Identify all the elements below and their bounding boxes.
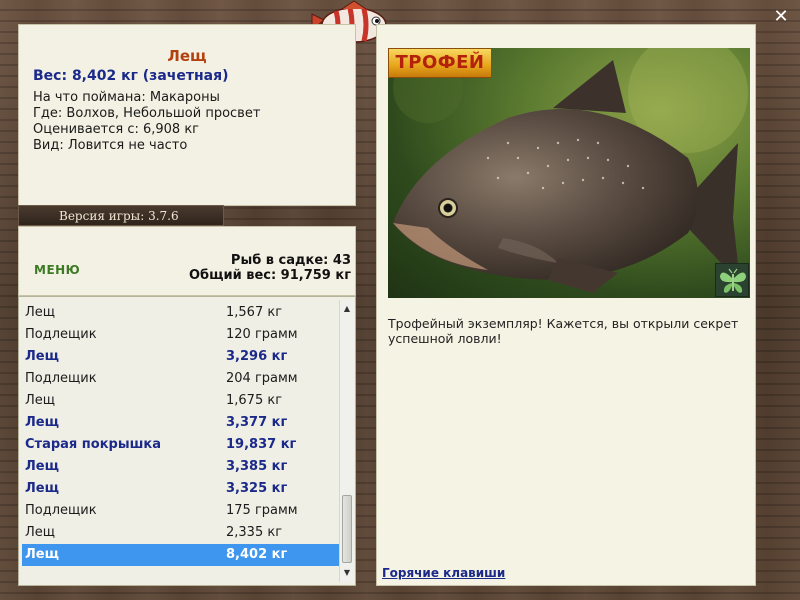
catch-name: Лещ — [25, 525, 56, 540]
catch-weight: 8,402 кг — [226, 547, 288, 562]
catch-list-panel: Лещ 1,567 кг Подлещик 120 грамм Лещ 3,296 кг П… — [18, 296, 356, 586]
list-item[interactable]: Лещ 8,402 кг — [22, 544, 340, 566]
list-item[interactable]: Подлещик 175 грамм — [22, 500, 340, 522]
chevron-down-icon[interactable]: ▼ — [340, 566, 354, 580]
species-line: Вид: Ловится не часто — [33, 138, 188, 153]
bream-image — [393, 48, 748, 293]
list-item[interactable]: Лещ 3,377 кг — [22, 412, 340, 434]
catch-weight: 120 грамм — [226, 327, 298, 342]
catch-weight: 3,325 кг — [226, 481, 288, 496]
catch-name: Подлещик — [25, 327, 97, 342]
fish-count: Рыб в садке: 43 — [230, 253, 351, 268]
catch-weight: 3,377 кг — [226, 415, 288, 430]
catch-weight: 1,567 кг — [226, 305, 283, 320]
catch-name: Лещ — [25, 393, 56, 408]
catch-weight: 204 грамм — [226, 371, 298, 386]
game-version: Версия игры: 3.7.6 — [18, 205, 224, 226]
trophy-panel: ТРОФЕЙ Трофейный экземпляр! Кажется, вы … — [376, 24, 756, 586]
catch-name: Лещ — [25, 349, 59, 364]
scrollbar[interactable]: ▲ ▼ — [339, 300, 354, 582]
catch-weight: 3,385 кг — [226, 459, 288, 474]
list-item[interactable]: Лещ 1,567 кг — [22, 302, 340, 324]
list-item[interactable]: Старая покрышка 19,837 кг — [22, 434, 340, 456]
catch-name: Лещ — [25, 305, 56, 320]
catch-name: Подлещик — [25, 371, 97, 386]
list-item[interactable]: Подлещик 120 грамм — [22, 324, 340, 346]
catch-name: Лещ — [25, 415, 59, 430]
menu-button[interactable]: МЕНЮ — [34, 263, 80, 277]
fish-photo: ТРОФЕЙ — [388, 48, 750, 298]
fish-title: Лещ — [167, 47, 207, 65]
catch-name: Лещ — [25, 459, 59, 474]
list-item[interactable]: Лещ 3,385 кг — [22, 456, 340, 478]
butterfly-icon — [720, 268, 746, 293]
list-item[interactable]: Лещ 2,335 кг — [22, 522, 340, 544]
location-line: Где: Волхов, Небольшой просвет — [33, 106, 261, 121]
list-item[interactable]: Лещ 1,675 кг — [22, 390, 340, 412]
stats-panel: МЕНЮ Рыб в садке: 43 Общий вес: 91,759 к… — [18, 226, 356, 296]
catch-weight: 19,837 кг — [226, 437, 297, 452]
fish-info-panel: Лещ Вес: 8,402 кг (зачетная) На что пойм… — [18, 24, 356, 206]
trophy-badge: ТРОФЕЙ — [388, 48, 492, 78]
catch-list: Лещ 1,567 кг Подлещик 120 грамм Лещ 3,296 кг П… — [22, 302, 340, 566]
scrollbar-thumb[interactable] — [342, 495, 352, 563]
list-item[interactable]: Подлещик 204 грамм — [22, 368, 340, 390]
close-button[interactable]: ✕ — [770, 6, 792, 28]
chevron-up-icon[interactable]: ▲ — [340, 302, 354, 316]
stats-box: Рыб в садке: 43 Общий вес: 91,759 кг — [189, 253, 351, 283]
valued-line: Оценивается с: 6,908 кг — [33, 122, 200, 137]
list-item[interactable]: Лещ 3,325 кг — [22, 478, 340, 500]
fish-weight: Вес: 8,402 кг (зачетная) — [33, 68, 229, 84]
catch-weight: 3,296 кг — [226, 349, 288, 364]
catch-weight: 175 грамм — [226, 503, 298, 518]
catch-weight: 2,335 кг — [226, 525, 283, 540]
butterfly-button[interactable] — [715, 263, 749, 297]
trophy-message: Трофейный экземпляр! Кажется, вы открыли… — [388, 316, 739, 346]
catch-name: Подлещик — [25, 503, 97, 518]
list-item[interactable]: Лещ 3,296 кг — [22, 346, 340, 368]
bait-line: На что поймана: Макароны — [33, 90, 220, 105]
close-icon: ✕ — [773, 6, 789, 27]
catch-name: Старая покрышка — [25, 437, 161, 452]
hotkeys-link[interactable]: Горячие клавиши — [382, 566, 505, 580]
total-weight: Общий вес: 91,759 кг — [188, 268, 351, 283]
catch-name: Лещ — [25, 547, 59, 562]
catch-weight: 1,675 кг — [226, 393, 283, 408]
catch-name: Лещ — [25, 481, 59, 496]
